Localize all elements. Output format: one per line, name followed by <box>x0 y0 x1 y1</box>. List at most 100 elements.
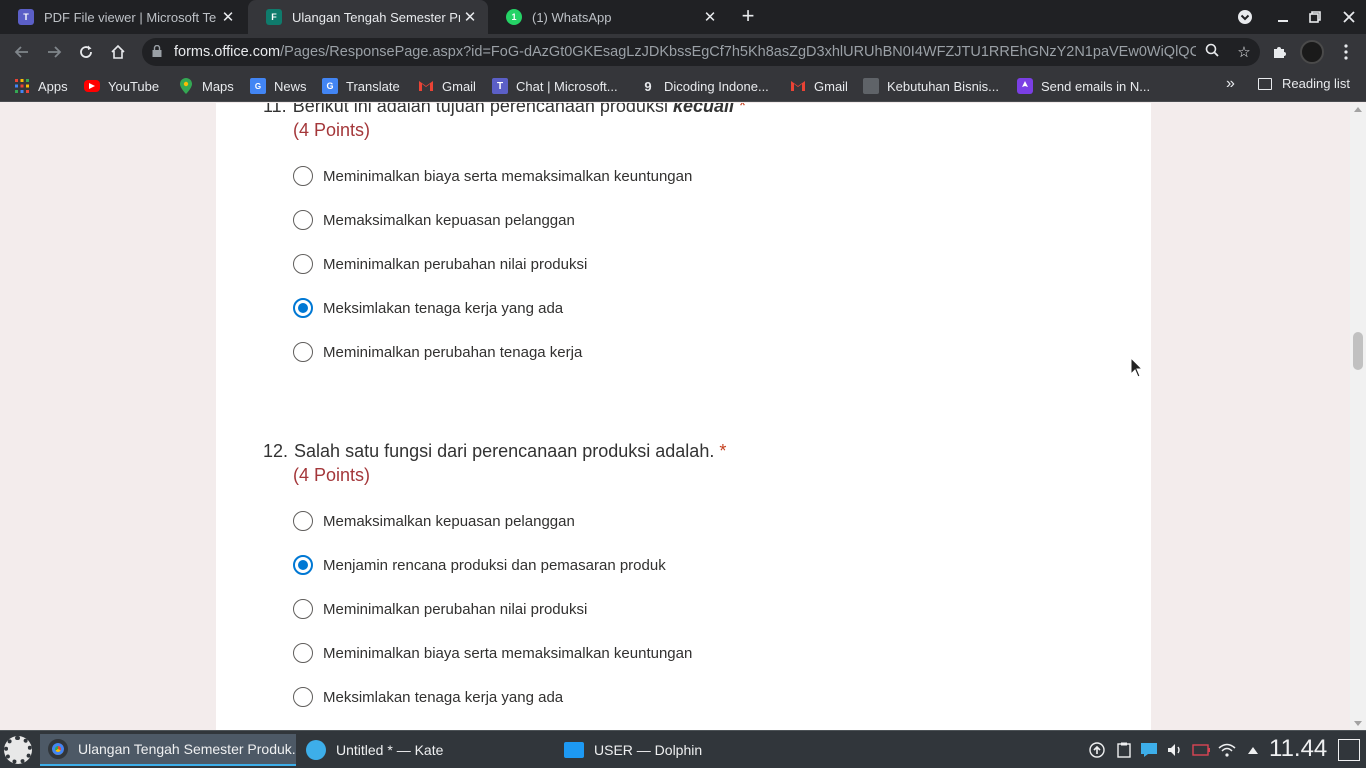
url-text[interactable]: forms.office.com/Pages/ResponsePage.aspx… <box>174 44 1196 60</box>
profile-avatar[interactable] <box>1300 40 1324 64</box>
task-dolphin[interactable]: USER — Dolphin <box>556 734 812 766</box>
radio-button[interactable] <box>293 599 313 619</box>
zoom-icon[interactable] <box>1196 43 1228 61</box>
tab-title: Ulangan Tengah Semester Pr <box>292 9 460 25</box>
bookmark-youtube[interactable]: YouTube <box>84 76 159 96</box>
question-12-points: (4 Points) <box>293 465 371 485</box>
page-scrollbar[interactable] <box>1350 103 1366 730</box>
wifi-icon[interactable] <box>1218 741 1236 759</box>
tab-ulangan-tengah-semester[interactable]: F Ulangan Tengah Semester Pr ✕ <box>248 0 488 34</box>
close-icon[interactable]: ✕ <box>218 8 238 26</box>
close-window-button[interactable] <box>1332 0 1366 34</box>
question-11-points: (4 Points) <box>293 120 371 140</box>
new-tab-button[interactable]: + <box>737 5 759 27</box>
tab-search-icon[interactable] <box>1228 0 1262 34</box>
radio-button[interactable] <box>293 254 313 274</box>
bookmark-label: YouTube <box>108 78 160 94</box>
radio-button-checked[interactable] <box>293 555 313 575</box>
bookmark-star-icon[interactable]: ☆ <box>1228 43 1260 61</box>
task-chrome-ulangan[interactable]: Ulangan Tengah Semester Produk... <box>40 734 296 766</box>
gmail-icon <box>790 78 806 94</box>
bookmark-dicoding[interactable]: 9 Dicoding Indone... <box>640 76 768 96</box>
bookmark-label: Translate <box>346 78 400 94</box>
bookmark-apps[interactable]: Apps <box>14 76 68 96</box>
q11-option-3[interactable]: Meminimalkan perubahan nilai produksi <box>293 253 587 275</box>
bookmark-label: Chat | Microsoft... <box>516 78 618 94</box>
page-viewport: 11. Berikut ini adalah tujuan perencanaan… <box>0 103 1366 730</box>
q12-option-4[interactable]: Meminimalkan biaya serta memaksimalkan k… <box>293 642 692 664</box>
option-label: Memaksimalkan kepuasan pelanggan <box>323 211 575 229</box>
bookmark-send-emails[interactable]: Send emails in N... <box>1017 76 1150 96</box>
bookmark-maps[interactable]: Maps <box>178 76 234 96</box>
dolphin-folder-icon <box>564 742 584 758</box>
back-button[interactable] <box>8 38 36 66</box>
update-arrow-icon[interactable] <box>1088 741 1106 759</box>
close-icon[interactable]: ✕ <box>460 8 480 26</box>
tray-expand-arrow-icon[interactable] <box>1244 741 1262 759</box>
reload-button[interactable] <box>72 38 100 66</box>
teams-icon: T <box>492 78 508 94</box>
bookmark-label: Maps <box>202 78 234 94</box>
q11-option-4[interactable]: Meksimlakan tenaga kerja yang ada <box>293 297 563 319</box>
scroll-down-arrow-icon[interactable] <box>1354 721 1362 726</box>
home-button[interactable] <box>104 38 132 66</box>
browser-toolbar: forms.office.com/Pages/ResponsePage.aspx… <box>0 34 1366 70</box>
bookmark-news[interactable]: G News <box>250 76 307 96</box>
radio-button[interactable] <box>293 210 313 230</box>
option-label: Meksimlakan tenaga kerja yang ada <box>323 688 564 706</box>
option-label: Memaksimalkan kepuasan pelanggan <box>323 512 575 530</box>
kebab-menu-icon[interactable] <box>1334 40 1358 64</box>
restore-button[interactable] <box>1298 0 1332 34</box>
volume-icon[interactable] <box>1166 741 1184 759</box>
application-launcher-icon[interactable] <box>4 736 32 764</box>
scrollbar-thumb[interactable] <box>1353 332 1363 370</box>
q11-option-2[interactable]: Memaksimalkan kepuasan pelanggan <box>293 209 575 231</box>
q12-option-5[interactable]: Meksimlakan tenaga kerja yang ada <box>293 686 563 708</box>
task-label: USER — Dolphin <box>594 742 703 758</box>
option-label: Meminimalkan perubahan nilai produksi <box>323 255 588 273</box>
bookmark-gmail-2[interactable]: Gmail <box>790 76 848 96</box>
radio-button[interactable] <box>293 511 313 531</box>
scroll-up-arrow-icon[interactable] <box>1354 107 1362 112</box>
clipboard-icon[interactable] <box>1115 741 1133 759</box>
tab-whatsapp[interactable]: 1 (1) WhatsApp ✕ <box>488 0 728 34</box>
option-label: Meminimalkan biaya serta memaksimalkan k… <box>323 167 693 185</box>
radio-button[interactable] <box>293 342 313 362</box>
task-label: Ulangan Tengah Semester Produk... <box>78 741 296 757</box>
required-marker: * <box>739 103 747 116</box>
q12-option-2[interactable]: Menjamin rencana produksi dan pemasaran … <box>293 554 666 576</box>
bookmark-chat-microsoft[interactable]: T Chat | Microsoft... <box>492 76 618 96</box>
radio-button[interactable] <box>293 643 313 663</box>
clock[interactable]: 11.44 <box>1269 735 1327 763</box>
bookmark-translate[interactable]: G Translate <box>322 76 400 96</box>
forward-button[interactable] <box>40 38 68 66</box>
bookmark-gmail[interactable]: Gmail <box>418 76 476 96</box>
radio-button[interactable] <box>293 166 313 186</box>
bookmark-kebutuhan-bisnis[interactable]: Kebutuhan Bisnis... <box>863 76 999 96</box>
tab-pdf-viewer[interactable]: T PDF File viewer | Microsoft Te ✕ <box>0 0 246 34</box>
rocket-icon <box>1017 78 1033 94</box>
q12-option-3[interactable]: Meminimalkan perubahan nilai produksi <box>293 598 587 620</box>
q11-option-1[interactable]: Meminimalkan biaya serta memaksimalkan k… <box>293 165 692 187</box>
close-icon[interactable]: ✕ <box>700 8 720 26</box>
more-bookmarks-chevron[interactable]: » <box>1226 75 1235 93</box>
address-bar[interactable]: forms.office.com/Pages/ResponsePage.aspx… <box>142 38 1260 66</box>
q11-option-5[interactable]: Meminimalkan perubahan tenaga kerja <box>293 341 582 363</box>
minimize-button[interactable] <box>1266 0 1300 34</box>
show-desktop-button[interactable] <box>1338 739 1360 761</box>
bookmark-label: Apps <box>38 78 68 94</box>
notifications-icon[interactable] <box>1140 741 1158 759</box>
radio-button[interactable] <box>293 687 313 707</box>
task-kate[interactable]: Untitled * — Kate <box>298 734 554 766</box>
reading-list-button[interactable]: Reading list <box>1258 76 1350 91</box>
option-label: Meminimalkan perubahan tenaga kerja <box>323 343 583 361</box>
battery-icon[interactable] <box>1192 741 1210 759</box>
lock-icon[interactable] <box>152 44 166 60</box>
browser-tab-strip: T PDF File viewer | Microsoft Te ✕ F Ula… <box>0 0 1366 34</box>
teams-icon: T <box>18 9 34 25</box>
q12-option-1[interactable]: Memaksimalkan kepuasan pelanggan <box>293 510 575 532</box>
extensions-puzzle-icon[interactable] <box>1268 40 1292 64</box>
bookmark-label: Gmail <box>814 78 848 94</box>
reading-list-icon <box>1258 77 1272 90</box>
radio-button-checked[interactable] <box>293 298 313 318</box>
